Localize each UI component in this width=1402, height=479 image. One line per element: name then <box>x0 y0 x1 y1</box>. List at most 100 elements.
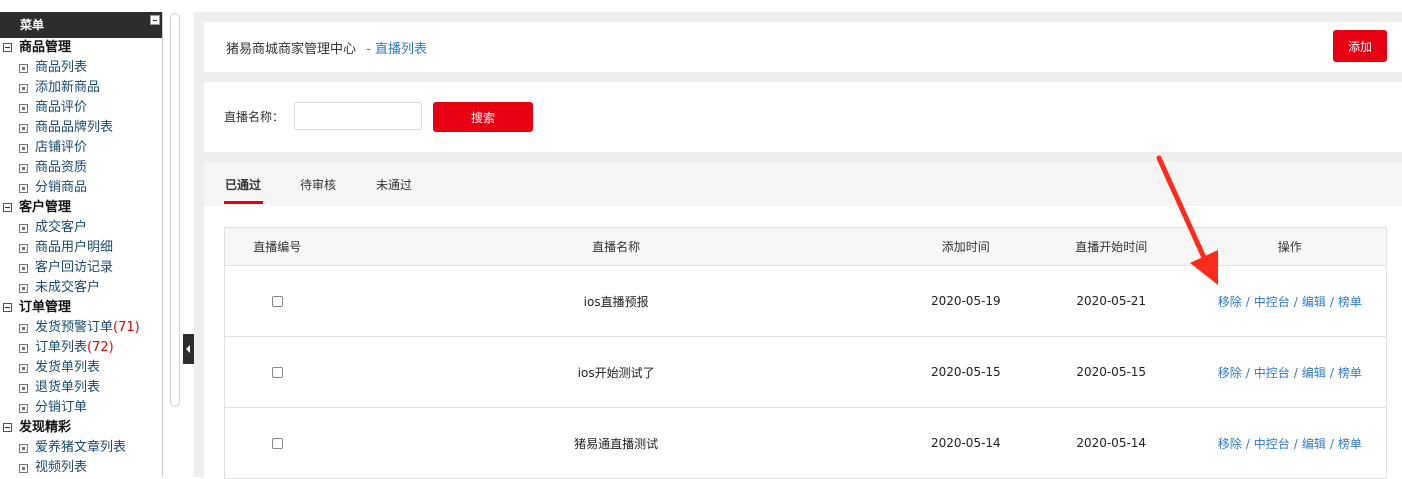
menu-group-discover[interactable]: 发现精彩 <box>0 418 162 438</box>
added-time-cell: 2020-05-19 <box>902 265 1029 337</box>
sidebar-header: 菜单 <box>0 12 162 38</box>
sidebar-item-order-list[interactable]: 订单列表(72) <box>0 338 162 358</box>
search-panel: 直播名称： 搜索 <box>204 82 1402 152</box>
live-list-panel: 已通过 待审核 未通过 直播编号 直播名称 添加时间 直播开始时间 操作 ios… <box>204 162 1402 479</box>
sidebar-item-goods-list[interactable]: 商品列表 <box>0 58 162 78</box>
start-time-cell: 2020-05-21 <box>1028 265 1194 337</box>
collapse-icon[interactable] <box>150 15 160 25</box>
search-button[interactable]: 搜索 <box>433 102 533 132</box>
sidebar-item-shipping-alert-orders[interactable]: 发货预警订单(71) <box>0 318 162 338</box>
sidebar-item-distribution-orders[interactable]: 分销订单 <box>0 398 162 418</box>
menu-bullet-icon <box>19 124 28 133</box>
live-name-cell: ios直播预报 <box>329 265 903 337</box>
tab-approved[interactable]: 已通过 <box>225 176 261 193</box>
add-button[interactable]: 添加 <box>1333 30 1387 62</box>
console-link[interactable]: 中控台 <box>1254 295 1290 309</box>
sidebar-toggle-arrow-icon[interactable] <box>183 334 194 364</box>
breadcrumb: 猪易商城商家管理中心 - 直播列表 <box>226 38 427 57</box>
added-time-cell: 2020-05-15 <box>902 336 1029 408</box>
live-name-search-input[interactable] <box>294 102 422 130</box>
active-tab-indicator <box>224 201 263 204</box>
remove-link[interactable]: 移除 <box>1218 295 1242 309</box>
sidebar-item-brand-list[interactable]: 商品品牌列表 <box>0 118 162 138</box>
menu-bullet-icon <box>19 364 28 373</box>
search-label: 直播名称： <box>224 110 285 124</box>
menu-bullet-icon <box>19 344 28 353</box>
menu-bullet-icon <box>19 244 28 253</box>
sidebar-item-visit-records[interactable]: 客户回访记录 <box>0 258 162 278</box>
menu-bullet-icon <box>19 324 28 333</box>
row-checkbox[interactable] <box>271 367 283 378</box>
live-name-cell: ios开始测试了 <box>329 336 903 408</box>
actions-cell: 移除 / 中控台 / 编辑 / 榜单 <box>1193 265 1387 337</box>
remove-link[interactable]: 移除 <box>1218 437 1242 451</box>
added-time-cell: 2020-05-14 <box>902 407 1029 479</box>
collapse-box-icon <box>3 423 12 432</box>
status-tabs: 已通过 待审核 未通过 <box>204 162 1402 206</box>
menu-group-customers[interactable]: 客户管理 <box>0 198 162 218</box>
sidebar-scrollbar[interactable] <box>170 13 180 407</box>
menu-bullet-icon <box>19 184 28 193</box>
console-link[interactable]: 中控台 <box>1254 437 1290 451</box>
sidebar-item-article-list[interactable]: 爱养猪文章列表 <box>0 438 162 458</box>
count-badge: (72) <box>87 340 114 355</box>
live-list-table: 直播编号 直播名称 添加时间 直播开始时间 操作 ios直播预报 2020-05… <box>224 227 1387 479</box>
edit-link[interactable]: 编辑 <box>1302 366 1326 380</box>
edit-link[interactable]: 编辑 <box>1302 295 1326 309</box>
collapse-box-icon <box>3 43 12 52</box>
menu-bullet-icon <box>19 164 28 173</box>
menu-bullet-icon <box>19 444 28 453</box>
menu-group-orders[interactable]: 订单管理 <box>0 298 162 318</box>
menu-bullet-icon <box>19 104 28 113</box>
sidebar-item-shipment-list[interactable]: 发货单列表 <box>0 358 162 378</box>
tab-rejected[interactable]: 未通过 <box>376 176 412 193</box>
sidebar-title: 菜单 <box>20 18 45 32</box>
sidebar-item-goods-qualification[interactable]: 商品资质 <box>0 158 162 178</box>
menu-bullet-icon <box>19 464 28 473</box>
console-link[interactable]: 中控台 <box>1254 366 1290 380</box>
sidebar-item-return-list[interactable]: 退货单列表 <box>0 378 162 398</box>
table-row: ios直播预报 2020-05-19 2020-05-21 移除 / 中控台 / 编辑 /… <box>224 265 1387 337</box>
sidebar-menu-list: 商品管理 商品列表 添加新商品 商品评价 商品品牌列表 店铺评价 商品资质 分销… <box>0 38 162 477</box>
start-time-cell: 2020-05-15 <box>1028 336 1194 408</box>
actions-cell: 移除 / 中控台 / 编辑 / 榜单 <box>1193 407 1387 479</box>
collapse-box-icon <box>3 203 12 212</box>
column-header-actions: 操作 <box>1193 227 1387 266</box>
menu-bullet-icon <box>19 64 28 73</box>
live-name-cell: 猪易通直播测试 <box>329 407 903 479</box>
column-header-added-time: 添加时间 <box>902 227 1029 266</box>
actions-cell: 移除 / 中控台 / 编辑 / 榜单 <box>1193 336 1387 408</box>
start-time-cell: 2020-05-14 <box>1028 407 1194 479</box>
menu-group-goods[interactable]: 商品管理 <box>0 38 162 58</box>
menu-bullet-icon <box>19 384 28 393</box>
page-header: 猪易商城商家管理中心 - 直播列表 添加 <box>204 22 1402 72</box>
sidebar-item-distribution-goods[interactable]: 分销商品 <box>0 178 162 198</box>
leaderboard-link[interactable]: 榜单 <box>1338 437 1362 451</box>
sidebar-item-user-details[interactable]: 商品用户明细 <box>0 238 162 258</box>
remove-link[interactable]: 移除 <box>1218 366 1242 380</box>
tab-pending[interactable]: 待审核 <box>300 176 336 193</box>
sidebar-item-no-deal-customers[interactable]: 未成交客户 <box>0 278 162 298</box>
menu-bullet-icon <box>19 84 28 93</box>
menu-bullet-icon <box>19 404 28 413</box>
leaderboard-link[interactable]: 榜单 <box>1338 295 1362 309</box>
sidebar-item-add-goods[interactable]: 添加新商品 <box>0 78 162 98</box>
row-checkbox[interactable] <box>271 438 283 449</box>
leaderboard-link[interactable]: 榜单 <box>1338 366 1362 380</box>
edit-link[interactable]: 编辑 <box>1302 437 1326 451</box>
column-header-live-id: 直播编号 <box>224 227 330 266</box>
breadcrumb-live-list-link[interactable]: - 直播列表 <box>366 42 427 57</box>
row-checkbox[interactable] <box>271 296 283 307</box>
column-header-start-time: 直播开始时间 <box>1028 227 1194 266</box>
sidebar-item-shop-reviews[interactable]: 店铺评价 <box>0 138 162 158</box>
table-row: ios开始测试了 2020-05-15 2020-05-15 移除 / 中控台 / 编辑… <box>224 336 1387 408</box>
sidebar-item-video-list[interactable]: 视频列表 <box>0 458 162 477</box>
menu-bullet-icon <box>19 224 28 233</box>
sidebar-item-deal-customers[interactable]: 成交客户 <box>0 218 162 238</box>
menu-bullet-icon <box>19 144 28 153</box>
menu-bullet-icon <box>19 264 28 273</box>
count-badge: (71) <box>113 320 140 335</box>
sidebar-menu: 菜单 商品管理 商品列表 添加新商品 商品评价 商品品牌列表 店铺评价 商品资质… <box>0 12 163 477</box>
sidebar-item-goods-reviews[interactable]: 商品评价 <box>0 98 162 118</box>
menu-bullet-icon <box>19 284 28 293</box>
